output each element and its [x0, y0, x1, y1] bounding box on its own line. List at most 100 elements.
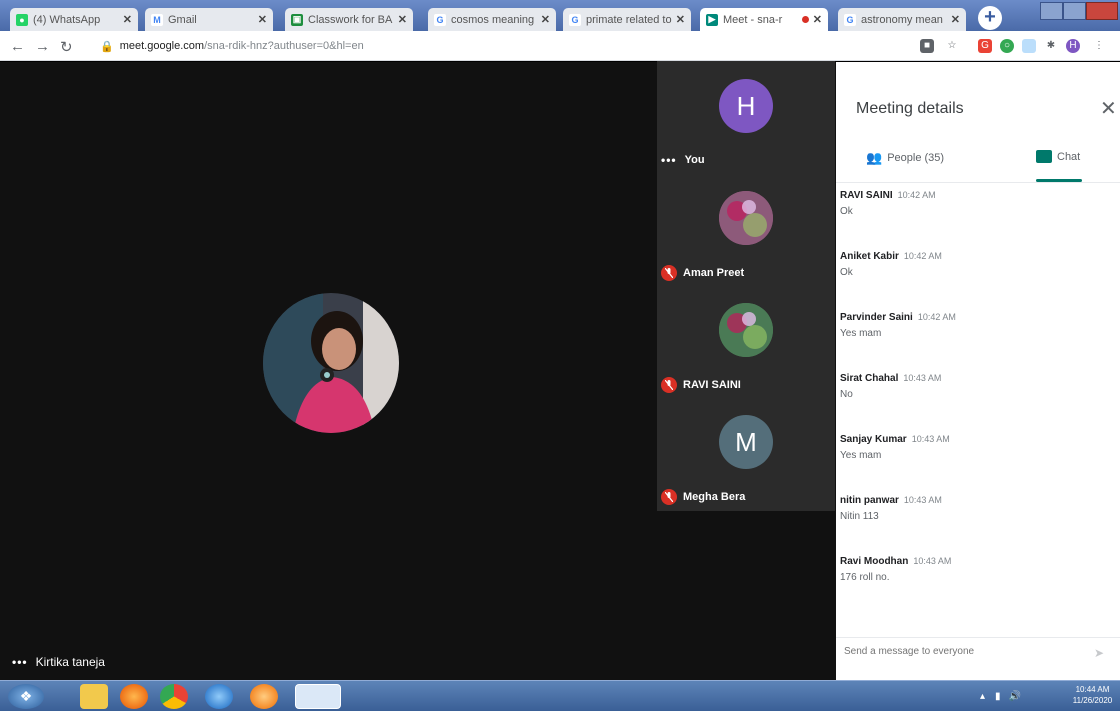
more-options-icon[interactable]: ••• — [661, 153, 677, 167]
close-tab-icon[interactable]: ✕ — [123, 13, 132, 26]
tab-favicon-icon: G — [569, 13, 581, 26]
participant-name: RAVI SAINI — [683, 379, 741, 391]
star-icon[interactable]: ☆ — [945, 39, 959, 53]
network-icon[interactable]: ▮ — [995, 691, 1001, 702]
participant-tile[interactable]: M Megha Bera — [657, 405, 835, 517]
more-options-icon[interactable]: ••• — [12, 655, 28, 669]
menu-icon[interactable]: ⋮ — [1092, 39, 1106, 53]
participant-label: ••• You — [661, 153, 705, 167]
participant-avatar — [719, 191, 773, 245]
tray-arrow-icon[interactable]: ▴ — [980, 691, 985, 702]
close-tab-icon[interactable]: ✕ — [398, 13, 407, 26]
tab-title: primate related to — [586, 13, 672, 26]
participant-label: Aman Preet — [661, 265, 744, 281]
browser-tab[interactable]: ▶ Meet - sna-r ✕ — [700, 8, 828, 31]
tab-favicon-icon: G — [844, 13, 856, 26]
tab-title: (4) WhatsApp — [33, 13, 101, 26]
main-participant-name: Kirtika taneja — [35, 655, 105, 669]
send-icon[interactable]: ➤ — [1094, 646, 1104, 660]
chat-text: No — [840, 389, 853, 400]
participant-tile[interactable]: RAVI SAINI — [657, 293, 835, 405]
chat-message-header: Sirat Chahal 10:43 AM — [840, 373, 1110, 384]
taskbar-app-icon[interactable] — [295, 684, 341, 709]
chat-message: Sirat Chahal 10:43 AM No — [840, 373, 1110, 400]
extension-circle-icon[interactable]: ○ — [1000, 39, 1014, 53]
chat-sender: Parvinder Saini — [840, 312, 913, 323]
chat-text: Ok — [840, 206, 853, 217]
close-tab-icon[interactable]: ✕ — [951, 13, 960, 26]
file-explorer-icon[interactable] — [80, 684, 108, 709]
chat-timestamp: 10:42 AM — [903, 251, 942, 261]
chat-message-header: Parvinder Saini 10:42 AM — [840, 312, 1110, 323]
tab-title: Classwork for BA — [308, 13, 393, 26]
browser-tab[interactable]: ▣ Classwork for BA ✕ — [285, 8, 413, 31]
puzzle-icon[interactable]: ✱ — [1044, 39, 1058, 53]
chat-text: Yes mam — [840, 450, 882, 461]
chat-text: Nitin 113 — [840, 511, 879, 522]
tab-favicon-icon: G — [434, 13, 446, 26]
url-path: /sna-rdik-hnz?authuser=0&hl=en — [204, 40, 364, 52]
chat-sender: Ravi Moodhan — [840, 556, 909, 567]
browser-tab[interactable]: ● (4) WhatsApp ✕ — [10, 8, 138, 31]
close-panel-icon[interactable]: ✕ — [1100, 96, 1117, 121]
browser-tab[interactable]: Gcosmos meaning ✕ — [428, 8, 556, 31]
internet-explorer-icon[interactable] — [205, 684, 233, 709]
extension-square-icon[interactable] — [1022, 39, 1036, 53]
chat-message-header: Sanjay Kumar 10:43 AM — [840, 434, 1110, 445]
profile-avatar[interactable]: H — [1066, 39, 1080, 53]
mic-off-icon — [661, 265, 677, 281]
browser-tab[interactable]: M Gmail ✕ — [145, 8, 273, 31]
close-tab-icon[interactable]: ✕ — [676, 13, 685, 26]
chat-message-header: Aniket Kabir 10:42 AM — [840, 251, 1110, 262]
chat-sender: Aniket Kabir — [840, 251, 899, 262]
chat-timestamp: 10:43 AM — [903, 373, 942, 383]
participant-label: RAVI SAINI — [661, 377, 741, 393]
tab-chat[interactable]: Chat — [1036, 150, 1080, 163]
chat-icon — [1036, 150, 1052, 163]
new-tab-button[interactable]: + — [978, 6, 1002, 30]
firefox-icon[interactable] — [120, 684, 148, 709]
system-clock[interactable]: 10:44 AM 11/26/2020 — [1065, 684, 1120, 706]
back-icon[interactable]: ← — [10, 38, 25, 55]
chat-message: Parvinder Saini 10:42 AM Yes mam — [840, 312, 1110, 339]
windows-logo-icon: ❖ — [19, 688, 33, 704]
camera-icon[interactable]: ■ — [920, 39, 934, 53]
media-player-icon[interactable] — [250, 684, 278, 709]
chat-sender: Sirat Chahal — [840, 373, 899, 384]
url-host: meet.google.com — [119, 40, 205, 52]
chat-message-input[interactable] — [844, 646, 1084, 657]
close-window-button[interactable] — [1086, 2, 1118, 20]
chat-text: Ok — [840, 267, 853, 278]
maximize-button[interactable] — [1063, 2, 1087, 20]
extension-g-icon[interactable]: G — [978, 39, 992, 53]
chat-messages: RAVI SAINI 10:42 AM Ok Aniket Kabir 10:42 AM… — [836, 190, 1120, 615]
close-tab-icon[interactable]: ✕ — [813, 13, 822, 26]
forward-icon[interactable]: → — [35, 38, 50, 55]
chat-message: RAVI SAINI 10:42 AM Ok — [840, 190, 1110, 217]
tab-people[interactable]: 👥 People (35) — [866, 150, 944, 166]
close-tab-icon[interactable]: ✕ — [541, 13, 550, 26]
chat-timestamp: 10:42 AM — [897, 190, 936, 200]
browser-tab[interactable]: Gastronomy mean ✕ — [838, 8, 966, 31]
chat-timestamp: 10:43 AM — [913, 556, 952, 566]
chat-sender: RAVI SAINI — [840, 190, 893, 201]
participant-tile[interactable]: Aman Preet — [657, 181, 835, 293]
tab-favicon-icon: M — [151, 13, 163, 26]
mic-off-icon — [661, 377, 677, 393]
minimize-button[interactable] — [1040, 2, 1064, 20]
address-bar[interactable]: 🔒 meet.google.com /sna-rdik-hnz?authuser… — [100, 36, 900, 56]
volume-icon[interactable]: 🔊 — [1009, 691, 1021, 702]
tab-title: Gmail — [168, 13, 197, 26]
reload-icon[interactable]: ↻ — [60, 38, 73, 56]
browser-tab[interactable]: Gprimate related to ✕ — [563, 8, 691, 31]
participant-name: You — [684, 154, 705, 166]
participant-tile[interactable]: H ••• You — [657, 69, 835, 181]
panel-title: Meeting details — [856, 100, 964, 117]
participant-tiles: H ••• You Aman Preet RAVI SAINI M Megha Bera — [657, 61, 835, 511]
chrome-icon[interactable] — [160, 684, 188, 709]
mic-off-icon — [661, 489, 677, 505]
chat-text: Yes mam — [840, 328, 882, 339]
close-tab-icon[interactable]: ✕ — [258, 13, 267, 26]
start-button[interactable]: ❖ — [8, 684, 44, 709]
tab-chat-label: Chat — [1057, 150, 1081, 163]
